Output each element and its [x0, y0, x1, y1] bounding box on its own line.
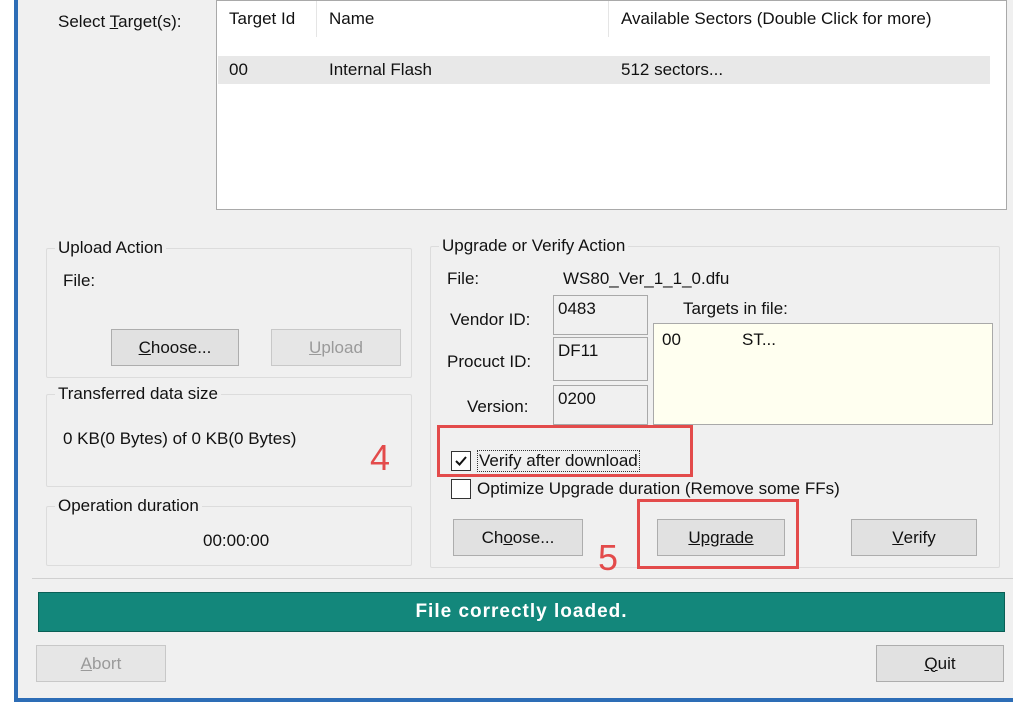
column-header-available-sectors[interactable]: Available Sectors (Double Click for more…: [609, 1, 1006, 37]
product-id-label: Procuct ID:: [447, 352, 532, 371]
verify-button[interactable]: Verify: [851, 519, 977, 556]
annotation-step-5: 5: [598, 537, 619, 578]
dfu-window: Select Target(s): Target Id Name Availab…: [14, 0, 1013, 702]
table-row[interactable]: 00 Internal Flash 512 sectors...: [218, 56, 990, 84]
targets-table[interactable]: Target Id Name Available Sectors (Double…: [216, 0, 1007, 210]
status-bar: File correctly loaded.: [38, 592, 1005, 632]
upgrade-choose-button[interactable]: Ch o ose...: [453, 519, 583, 556]
upload-action-group: Upload Action File: Choose... Upload: [46, 238, 412, 378]
column-header-target-id[interactable]: Target Id: [217, 1, 317, 37]
row-target-id: 00: [229, 60, 248, 79]
annotation-step-4: 4: [370, 437, 391, 478]
divider: [32, 578, 1013, 579]
product-id-field: DF11: [553, 337, 648, 381]
vendor-id-field: 0483: [553, 295, 648, 335]
highlight-box-step-4: [437, 425, 693, 477]
column-header-name[interactable]: Name: [317, 1, 609, 37]
targets-in-file-list[interactable]: 00 ST...: [653, 323, 993, 425]
select-targets-label: Select Target(s):: [58, 12, 182, 31]
targets-in-file-label: Targets in file:: [683, 299, 788, 318]
transferred-data-group: Transferred data size 0 KB(0 Bytes) of 0…: [46, 384, 412, 487]
abort-button[interactable]: Abort: [36, 645, 166, 682]
upload-button[interactable]: Upload: [271, 329, 401, 366]
upgrade-file-label: File:: [447, 269, 480, 288]
status-message: File correctly loaded.: [415, 601, 628, 622]
transferred-data-title: Transferred data size: [55, 384, 221, 404]
operation-duration-value: 00:00:00: [203, 531, 270, 550]
highlight-box-step-5: [637, 499, 799, 569]
upload-choose-button[interactable]: Choose...: [111, 329, 239, 366]
upload-file-label: File:: [63, 271, 96, 290]
upgrade-verify-title: Upgrade or Verify Action: [439, 236, 629, 256]
target-file-name: ST...: [742, 330, 777, 349]
operation-duration-group: Operation duration 00:00:00: [46, 496, 412, 566]
upgrade-file-value: WS80_Ver_1_1_0.dfu: [563, 269, 730, 288]
row-target-name: Internal Flash: [329, 60, 432, 79]
version-field: 0200: [553, 385, 648, 425]
list-item[interactable]: 00 ST...: [654, 330, 992, 354]
upgrade-verify-group: Upgrade or Verify Action File: WS80_Ver_…: [430, 236, 1000, 569]
operation-duration-title: Operation duration: [55, 496, 202, 516]
transferred-data-value: 0 KB(0 Bytes) of 0 KB(0 Bytes): [63, 429, 297, 448]
target-file-id: 00: [662, 330, 681, 349]
quit-button[interactable]: Quit: [876, 645, 1004, 682]
optimize-upgrade-label: Optimize Upgrade duration (Remove some F…: [477, 479, 840, 498]
vendor-id-label: Vendor ID:: [450, 310, 531, 329]
upload-action-title: Upload Action: [55, 238, 166, 258]
version-label: Version:: [467, 397, 529, 416]
checkbox-unchecked-icon: [451, 479, 471, 499]
row-target-sectors: 512 sectors...: [621, 60, 724, 79]
